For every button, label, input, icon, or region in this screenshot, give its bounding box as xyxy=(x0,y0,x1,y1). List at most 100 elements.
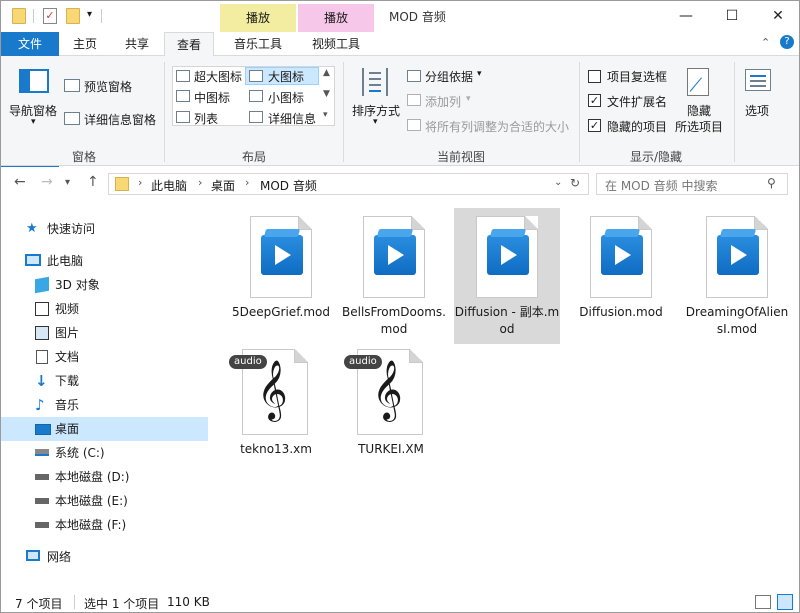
sidebar-item-label: 音乐 xyxy=(55,398,80,412)
details-view-icon[interactable] xyxy=(755,595,771,609)
gallery-scroll-down-icon[interactable]: ▼ xyxy=(323,89,330,99)
sidebar-item-quick-access[interactable]: ★ 快速访问 xyxy=(1,217,208,241)
gallery-expand-icon[interactable]: ▾ xyxy=(323,110,328,120)
sidebar-item-network[interactable]: 网络 xyxy=(1,545,208,569)
sort-line xyxy=(369,90,381,92)
file-item[interactable]: Diffusion.mod xyxy=(568,208,674,344)
context-tab-video-play[interactable]: 播放 xyxy=(298,4,374,32)
nav-pane-icon-bar xyxy=(21,71,30,91)
maximize-button[interactable]: ☐ xyxy=(709,1,755,31)
help-icon[interactable]: ? xyxy=(780,35,794,49)
breadcrumb-desktop[interactable]: 桌面 xyxy=(211,177,235,194)
layout-small-icons[interactable]: 小图标 xyxy=(268,89,304,106)
options-button[interactable]: 选项 xyxy=(745,102,769,119)
hide-selected-label-2[interactable]: 所选项目 xyxy=(675,118,723,135)
play-icon xyxy=(275,245,291,265)
tab-music-tools[interactable]: 音乐工具 xyxy=(220,32,296,56)
file-item[interactable]: 𝄞 audio tekno13.xm xyxy=(210,349,316,464)
file-item[interactable]: 𝄞 audio TURKEI.XM xyxy=(325,349,431,464)
tab-view[interactable]: 查看 xyxy=(164,32,214,57)
layout-list[interactable]: 列表 xyxy=(194,110,218,127)
page-fold xyxy=(294,349,308,363)
layout-large-icons[interactable]: 大图标 xyxy=(268,68,304,85)
address-bar[interactable]: › 此电脑 › 桌面 › MOD 音频 ⌄ ↻ xyxy=(108,173,589,195)
address-dropdown-icon[interactable]: ⌄ xyxy=(554,177,562,188)
search-input-placeholder[interactable]: 在 MOD 音频 中搜索 xyxy=(605,177,717,194)
tab-video-tools[interactable]: 视频工具 xyxy=(298,32,374,56)
folder-icon xyxy=(12,8,26,24)
file-item-selected[interactable]: Diffusion - 副本.mod xyxy=(454,208,560,344)
hidden-items-label[interactable]: 隐藏的项目 xyxy=(607,118,667,135)
file-item[interactable]: BellsFromDooms.mod xyxy=(341,208,447,344)
tab-share[interactable]: 共享 xyxy=(113,32,161,56)
file-item[interactable]: DreamingOfAliensI.mod xyxy=(684,208,790,344)
large-icons-view-icon[interactable] xyxy=(777,594,793,610)
group-label-pane: 窗格 xyxy=(71,150,96,164)
sidebar-item-downloads[interactable]: ↓ 下载 xyxy=(1,369,208,393)
fit-columns-icon xyxy=(407,119,421,131)
sort-by-icon[interactable] xyxy=(362,68,388,96)
play-icon xyxy=(731,245,747,265)
item-checkboxes-label[interactable]: 项目复选框 xyxy=(607,68,667,85)
gallery-scroll-up-icon[interactable]: ▲ xyxy=(323,68,330,78)
star-icon: ★ xyxy=(26,221,38,236)
sidebar-item-label: 下载 xyxy=(55,374,80,388)
item-checkboxes-checkbox[interactable] xyxy=(588,70,601,83)
context-tab-music-play[interactable]: 播放 xyxy=(220,4,296,32)
search-icon[interactable]: ⚲ xyxy=(767,176,776,190)
group-by-button[interactable]: 分组依据 xyxy=(425,68,473,85)
sidebar-item-drive-f[interactable]: 本地磁盘 (F:) xyxy=(1,513,208,537)
recent-locations-icon[interactable]: ▾ xyxy=(65,177,70,188)
clapper-stripe xyxy=(376,229,414,237)
breadcrumb-this-pc[interactable]: 此电脑 xyxy=(151,177,187,194)
preview-pane-button[interactable]: 预览窗格 xyxy=(84,78,132,95)
layout-extra-large-icons[interactable]: 超大图标 xyxy=(194,68,242,85)
properties-icon[interactable]: ✓ xyxy=(43,8,57,24)
sidebar-item-music[interactable]: ♪ 音乐 xyxy=(1,393,208,417)
file-extensions-label[interactable]: 文件扩展名 xyxy=(607,93,667,110)
refresh-icon[interactable]: ↻ xyxy=(570,176,580,190)
options-icon[interactable] xyxy=(745,69,771,91)
sidebar-item-documents[interactable]: 文档 xyxy=(1,345,208,369)
ribbon-tab-bar: 文件 主页 共享 查看 音乐工具 视频工具 ⌃ ? xyxy=(1,32,799,168)
close-button[interactable]: ✕ xyxy=(755,1,799,31)
sidebar-item-pictures[interactable]: 图片 xyxy=(1,321,208,345)
breadcrumb-chevron-icon: › xyxy=(245,176,250,189)
search-box[interactable]: 在 MOD 音频 中搜索 ⚲ xyxy=(596,173,788,195)
details-pane-button[interactable]: 详细信息窗格 xyxy=(84,111,156,128)
forward-arrow-icon[interactable]: → xyxy=(41,174,53,190)
video-icon xyxy=(35,302,49,316)
sidebar-item-3d-objects[interactable]: 3D 对象 xyxy=(1,273,208,297)
sidebar-item-label: 视频 xyxy=(55,302,80,316)
clapper-stripe xyxy=(263,229,301,237)
navigation-pane: ★ 快速访问 此电脑 3D 对象 视频 图片 文档 ↓ 下载 ♪ 音乐 桌面 系… xyxy=(1,201,208,591)
hide-selected-icon[interactable] xyxy=(687,68,709,96)
sidebar-item-drive-d[interactable]: 本地磁盘 (D:) xyxy=(1,465,208,489)
qat-dropdown-icon[interactable]: ▾ xyxy=(87,9,92,20)
file-name: DreamingOfAliensI.mod xyxy=(685,305,789,336)
file-item[interactable]: 5DeepGrief.mod xyxy=(228,208,334,344)
layout-details[interactable]: 详细信息 xyxy=(268,110,316,127)
title-bar: ✓ ▾ 播放 播放 MOD 音频 — ☐ ✕ xyxy=(1,1,799,33)
sidebar-item-videos[interactable]: 视频 xyxy=(1,297,208,321)
ribbon-collapse-icon[interactable]: ⌃ xyxy=(761,36,770,49)
file-extensions-checkbox[interactable]: ✓ xyxy=(588,94,601,107)
up-arrow-icon[interactable]: ↑ xyxy=(87,174,99,190)
layout-medium-icons[interactable]: 中图标 xyxy=(194,89,230,106)
play-icon xyxy=(388,245,404,265)
list-icon xyxy=(176,111,190,123)
hide-selected-label-1[interactable]: 隐藏 xyxy=(687,102,711,119)
file-name: tekno13.xm xyxy=(240,442,312,456)
sidebar-item-drive-e[interactable]: 本地磁盘 (E:) xyxy=(1,489,208,513)
sidebar-item-drive-c[interactable]: 系统 (C:) xyxy=(1,441,208,465)
sidebar-item-this-pc[interactable]: 此电脑 xyxy=(1,249,208,273)
new-folder-icon[interactable] xyxy=(66,8,80,24)
hidden-items-checkbox[interactable]: ✓ xyxy=(588,119,601,132)
minimize-button[interactable]: — xyxy=(663,1,709,31)
back-arrow-icon[interactable]: ← xyxy=(14,174,26,190)
breadcrumb-current[interactable]: MOD 音频 xyxy=(260,177,317,194)
navigation-pane-icon[interactable] xyxy=(19,69,49,93)
tab-home[interactable]: 主页 xyxy=(61,32,109,56)
clapper-stripe xyxy=(719,229,757,237)
sidebar-item-desktop[interactable]: 桌面 xyxy=(1,417,208,441)
